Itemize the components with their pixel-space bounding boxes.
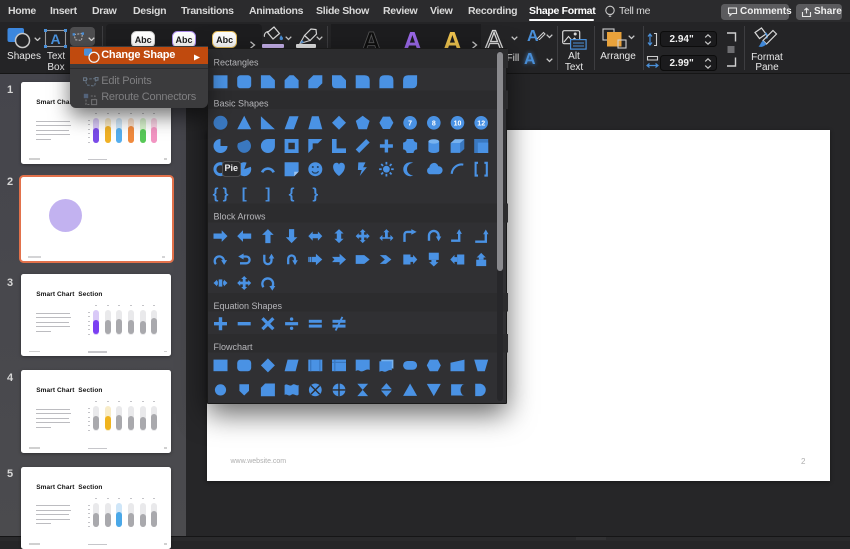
svg-text:10: 10 [454,120,462,127]
svg-text:Rectangles: Rectangles [214,57,260,67]
svg-text:{: { [289,185,295,202]
svg-text:Equation Shapes: Equation Shapes [214,300,283,310]
svg-text:8: 8 [432,120,436,127]
svg-text:[: [ [242,185,247,202]
svg-text:}: } [312,185,318,202]
svg-text:12: 12 [477,120,485,127]
svg-text:]: ] [265,185,270,202]
svg-text:{ }: { } [213,185,229,202]
svg-text:Basic Shapes: Basic Shapes [214,98,270,108]
svg-text:Block Arrows: Block Arrows [214,211,267,221]
svg-text:Flowchart: Flowchart [214,341,254,351]
svg-text:7: 7 [408,120,412,127]
svg-text:A: A [50,31,60,47]
